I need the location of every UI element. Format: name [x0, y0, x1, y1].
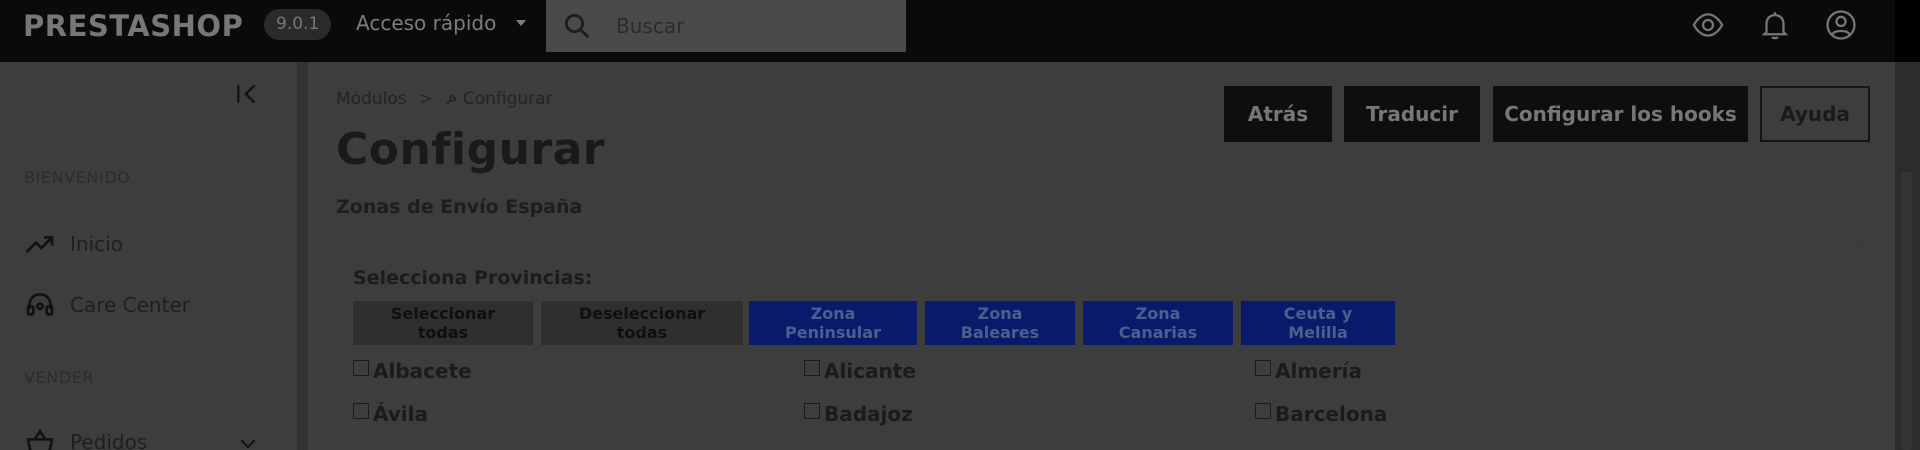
basket-icon: [26, 428, 54, 450]
search-icon: [565, 14, 590, 39]
province-badajoz[interactable]: Badajoz: [804, 402, 913, 426]
main-scrollbar-thumb[interactable]: [1902, 172, 1912, 450]
province-label: Barcelona: [1275, 402, 1388, 426]
sidebar-item-label: Pedidos: [70, 430, 148, 450]
province-label: Albacete: [373, 359, 472, 383]
help-button[interactable]: Ayuda: [1760, 86, 1870, 142]
top-bar-inner: PRESTASHOP 9.0.1 Acceso rápido: [0, 0, 1895, 62]
search-input[interactable]: [616, 12, 886, 40]
bell-icon: [1761, 12, 1789, 40]
province-checkbox[interactable]: [353, 360, 369, 376]
deselect-all-button[interactable]: Deseleccionar todas: [541, 301, 743, 345]
provinces-panel: Selecciona Provincias: Seleccionar todas…: [338, 246, 1864, 450]
page-title: Configurar: [336, 124, 605, 175]
translate-button[interactable]: Traducir: [1344, 86, 1480, 142]
chevron-down-icon[interactable]: [236, 431, 260, 450]
zona-canarias-button[interactable]: Zona Canarias: [1083, 301, 1233, 345]
sidebar-item-care-center[interactable]: Care Center: [24, 289, 190, 321]
version-badge: 9.0.1: [264, 9, 332, 40]
zona-baleares-button[interactable]: Zona Baleares: [925, 301, 1075, 345]
province-barcelona[interactable]: Barcelona: [1255, 402, 1387, 426]
sidebar-item-pedidos[interactable]: Pedidos: [24, 426, 147, 450]
sidebar-item-label: Care Center: [70, 293, 190, 317]
province-almeria[interactable]: Almería: [1255, 359, 1362, 383]
sidebar-item-label: Inicio: [70, 232, 123, 256]
main-scrollbar[interactable]: [1895, 62, 1920, 450]
search-box[interactable]: [546, 0, 906, 52]
user-circle-icon: [1826, 10, 1856, 40]
province-checkbox[interactable]: [804, 360, 820, 376]
breadcrumb-current: Configurar: [445, 89, 553, 109]
account-button[interactable]: [1824, 8, 1858, 46]
province-avila[interactable]: Ávila: [353, 402, 428, 426]
top-bar: PRESTASHOP 9.0.1 Acceso rápido: [0, 0, 1920, 62]
preview-button[interactable]: [1691, 8, 1725, 46]
sidebar: BIENVENIDO Inicio Care Center VENDER Ped…: [0, 62, 298, 450]
collapse-sidebar-icon[interactable]: [234, 81, 260, 107]
headset-icon: [26, 292, 54, 316]
province-checkbox[interactable]: [804, 403, 820, 419]
select-all-button[interactable]: Seleccionar todas: [353, 301, 533, 345]
module-subtitle: Zonas de Envío España: [336, 196, 583, 218]
caret-down-icon: [516, 20, 527, 26]
breadcrumb-modulos[interactable]: Módulos: [336, 89, 407, 109]
province-checkbox[interactable]: [1255, 403, 1271, 419]
province-label: Alicante: [824, 359, 916, 383]
configure-hooks-button[interactable]: Configurar los hooks: [1493, 86, 1748, 142]
breadcrumb: Módulos > Configurar: [336, 89, 553, 109]
eye-icon: [1692, 13, 1724, 37]
breadcrumb-separator: >: [418, 89, 433, 109]
province-albacete[interactable]: Albacete: [353, 359, 472, 383]
province-label: Ávila: [373, 402, 429, 426]
wrench-icon: [446, 94, 457, 105]
trending-up-icon: [25, 236, 54, 253]
province-alicante[interactable]: Alicante: [804, 359, 916, 383]
province-checkbox[interactable]: [1255, 360, 1271, 376]
sidebar-section-vender: VENDER: [24, 368, 95, 387]
quick-access-label: Acceso rápido: [356, 11, 497, 35]
sidebar-item-inicio[interactable]: Inicio: [24, 228, 123, 260]
quick-access-dropdown[interactable]: Acceso rápido: [356, 10, 527, 36]
back-button[interactable]: Atrás: [1224, 86, 1332, 142]
province-label: Almería: [1275, 359, 1362, 383]
prestashop-logo[interactable]: PRESTASHOP: [23, 9, 243, 43]
select-provinces-label: Selecciona Provincias:: [353, 267, 593, 289]
province-checkbox[interactable]: [353, 403, 369, 419]
notifications-button[interactable]: [1758, 8, 1792, 46]
sidebar-section-bienvenido: BIENVENIDO: [24, 168, 131, 187]
sidebar-scrollbar[interactable]: [298, 62, 308, 450]
province-label: Badajoz: [824, 402, 913, 426]
breadcrumb-current-label: Configurar: [462, 89, 553, 109]
main-content: Módulos > Configurar Configurar Zonas de…: [308, 62, 1895, 450]
ceuta-melilla-button[interactable]: Ceuta y Melilla: [1241, 301, 1395, 345]
zona-peninsular-button[interactable]: Zona Peninsular: [749, 301, 917, 345]
